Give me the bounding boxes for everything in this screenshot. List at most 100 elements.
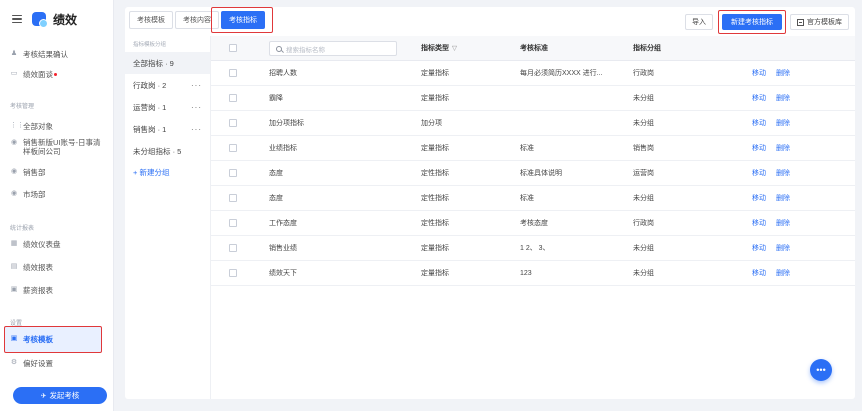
import-button[interactable]: 导入 (685, 14, 713, 30)
delete-link[interactable]: 删除 (776, 218, 790, 228)
group-item-admin[interactable]: 行政岗 · 2 ··· (125, 74, 210, 96)
select-all-checkbox[interactable] (229, 44, 237, 52)
table-row[interactable]: 霸降 定量指标 未分组 移动 删除 (211, 86, 855, 111)
group-item-all[interactable]: 全部指标 · 9 (125, 52, 210, 74)
indicator-type: 定量指标 (421, 95, 449, 102)
section-title-reports: 统计报表 (10, 226, 35, 232)
row-checkbox[interactable] (229, 169, 237, 177)
search-icon (276, 45, 282, 52)
sidebar-item-dashboard[interactable]: ▦ 绩效仪表盘 (10, 236, 110, 252)
sidebar-item-interview[interactable]: ▭ 绩效面谈 (10, 66, 110, 82)
delete-link[interactable]: 删除 (776, 168, 790, 178)
move-link[interactable]: 移动 (752, 93, 766, 103)
move-link[interactable]: 移动 (752, 268, 766, 278)
indicator-name: 态度 (269, 170, 283, 177)
row-checkbox[interactable] (229, 144, 237, 152)
table-row[interactable]: 态度 定性指标 标准具体说明 运营岗 移动 删除 (211, 161, 855, 186)
main-panel: 考核模板 考核内容 考核指标 导入 新建考核指标 官方模板库 指标模板分组 全部… (125, 7, 855, 399)
group-item-ops[interactable]: 运营岗 · 1 ··· (125, 96, 210, 118)
column-header-type[interactable]: 指标类型 ▽ (421, 43, 511, 53)
sidebar-item-templates[interactable]: ▣ 考核模板 (10, 331, 110, 347)
settings-icon: ⚙ (10, 359, 18, 366)
indicator-type: 定量指标 (421, 70, 449, 77)
launch-review-button[interactable]: ✈ 发起考核 (13, 387, 107, 404)
sidebar-item-salary-report[interactable]: ▣ 薪资报表 (10, 282, 110, 298)
row-checkbox[interactable] (229, 194, 237, 202)
filter-icon[interactable]: ▽ (452, 44, 457, 52)
indicator-type: 定性指标 (421, 170, 449, 177)
indicator-name: 业绩指标 (269, 145, 297, 152)
move-link[interactable]: 移动 (752, 168, 766, 178)
hamburger-menu-icon[interactable] (12, 14, 22, 24)
indicator-group: 未分组 (633, 95, 654, 102)
delete-link[interactable]: 删除 (776, 93, 790, 103)
row-actions: 移动 删除 (752, 268, 812, 278)
move-link[interactable]: 移动 (752, 68, 766, 78)
row-checkbox[interactable] (229, 69, 237, 77)
sidebar-item-result-confirm[interactable]: ♟ 考核结果确认 (10, 46, 110, 62)
group-panel-header: 指标模板分组 (133, 42, 167, 48)
row-actions: 移动 删除 (752, 243, 812, 253)
row-checkbox[interactable] (229, 94, 237, 102)
sidebar-item-preferences[interactable]: ⚙ 偏好设置 (10, 355, 110, 371)
delete-link[interactable]: 删除 (776, 268, 790, 278)
move-link[interactable]: 移动 (752, 218, 766, 228)
move-link[interactable]: 移动 (752, 118, 766, 128)
indicator-standard: 标准具体说明 (520, 170, 562, 177)
table-row[interactable]: 加分项指标 加分项 未分组 移动 删除 (211, 111, 855, 136)
search-input[interactable]: 搜索指标名称 (269, 41, 397, 56)
delete-link[interactable]: 删除 (776, 143, 790, 153)
circle-icon: ◉ (10, 139, 18, 146)
more-icon[interactable]: ··· (191, 103, 202, 112)
column-header-standard: 考核标准 (520, 45, 548, 52)
more-icon[interactable]: ··· (191, 81, 202, 90)
circle-icon: ◉ (10, 190, 18, 197)
group-item-ungrouped[interactable]: 未分组指标 · 5 (125, 140, 210, 162)
add-group-button[interactable]: + 新建分组 (125, 162, 210, 182)
row-checkbox[interactable] (229, 244, 237, 252)
row-actions: 移动 删除 (752, 68, 812, 78)
tab-templates[interactable]: 考核模板 (129, 11, 173, 29)
sidebar-item-sales-dept[interactable]: ◉ 销售部 (10, 164, 110, 180)
indicator-type: 加分项 (421, 120, 442, 127)
delete-link[interactable]: 删除 (776, 118, 790, 128)
indicator-name: 招聘人数 (269, 70, 297, 77)
new-indicator-highlight: 新建考核指标 (718, 10, 786, 34)
sidebar-item-market-dept[interactable]: ◉ 市场部 (10, 186, 110, 202)
indicator-type: 定量指标 (421, 270, 449, 277)
dashboard-icon: ▦ (10, 240, 18, 247)
toolbar-actions: 导入 新建考核指标 官方模板库 (685, 10, 849, 34)
notification-dot (54, 72, 57, 76)
table-row[interactable]: 工作态度 定性指标 考核态度 行政岗 移动 删除 (211, 211, 855, 236)
group-panel: 指标模板分组 全部指标 · 9 行政岗 · 2 ··· 运营岗 · 1 ··· … (125, 36, 211, 399)
indicator-standard: 每月必须简历XXXX 进行... (520, 70, 603, 77)
table-row[interactable]: 销售业绩 定量指标 1 2、 3、 未分组 移动 删除 (211, 236, 855, 261)
row-checkbox[interactable] (229, 219, 237, 227)
delete-link[interactable]: 删除 (776, 193, 790, 203)
table-row[interactable]: 态度 定性指标 标准 未分组 移动 删除 (211, 186, 855, 211)
indicator-type: 定量指标 (421, 245, 449, 252)
app-title: 绩效 (53, 12, 78, 27)
table-row[interactable]: 绩效天下 定量指标 123 未分组 移动 删除 (211, 261, 855, 286)
indicator-group: 运营岗 (633, 170, 654, 177)
row-actions: 移动 删除 (752, 143, 812, 153)
row-checkbox[interactable] (229, 269, 237, 277)
more-icon[interactable]: ··· (191, 125, 202, 134)
sidebar-item-company[interactable]: ◉ 销售新版UI账号-日事清样板间公司 (10, 138, 110, 160)
delete-link[interactable]: 删除 (776, 68, 790, 78)
move-link[interactable]: 移动 (752, 143, 766, 153)
group-item-sales[interactable]: 销售岗 · 1 ··· (125, 118, 210, 140)
move-link[interactable]: 移动 (752, 193, 766, 203)
sidebar-item-perf-report[interactable]: ▤ 绩效报表 (10, 259, 110, 275)
official-library-button[interactable]: 官方模板库 (790, 14, 849, 30)
delete-link[interactable]: 删除 (776, 243, 790, 253)
move-link[interactable]: 移动 (752, 243, 766, 253)
row-checkbox[interactable] (229, 119, 237, 127)
table-row[interactable]: 业绩指标 定量指标 标准 销售岗 移动 删除 (211, 136, 855, 161)
new-indicator-button[interactable]: 新建考核指标 (722, 14, 782, 30)
table-row[interactable]: 招聘人数 定量指标 每月必须简历XXXX 进行... 行政岗 移动 删除 (211, 61, 855, 86)
report-icon: ▤ (10, 263, 18, 270)
more-actions-fab[interactable]: ••• (810, 359, 832, 381)
sidebar-item-all-objects[interactable]: ⋮⋮ 全部对象 (10, 118, 110, 134)
row-actions: 移动 删除 (752, 193, 812, 203)
